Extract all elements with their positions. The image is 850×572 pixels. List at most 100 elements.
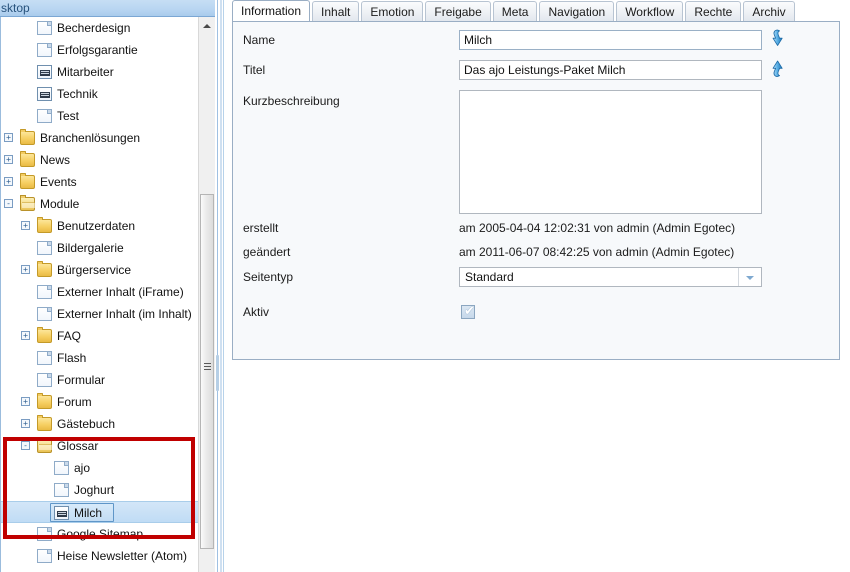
geaendert-value: am 2011-06-07 08:42:25 von admin (Admin …: [459, 245, 735, 259]
folder-icon: [37, 217, 52, 233]
collapse-icon[interactable]: -: [4, 199, 13, 208]
tree-item[interactable]: Test: [1, 105, 199, 127]
tree-vertical-scrollbar[interactable]: [198, 17, 215, 572]
tree-item-label: Externer Inhalt (im Inhalt): [57, 307, 192, 321]
check-icon: ✔: [464, 304, 475, 319]
tree-item[interactable]: Heise Newsletter (Atom): [1, 545, 199, 567]
kurzbeschreibung-label: Kurzbeschreibung: [243, 94, 340, 108]
tree-item-label: Flash: [57, 351, 87, 365]
tree-item-label: Erfolgsgarantie: [57, 43, 138, 57]
tab-freigabe[interactable]: Freigabe: [425, 1, 491, 22]
tree-item[interactable]: - Glossar: [1, 435, 199, 457]
tree-item[interactable]: Flash: [1, 347, 199, 369]
expand-icon[interactable]: +: [4, 155, 13, 164]
tree-item[interactable]: Externer Inhalt (im Inhalt): [1, 303, 199, 325]
expand-icon[interactable]: +: [21, 419, 30, 428]
scrollbar-thumb[interactable]: [200, 194, 214, 549]
tree-item-label: Google Sitemap: [57, 527, 144, 541]
expand-icon[interactable]: +: [21, 221, 30, 230]
tree-item[interactable]: Mitarbeiter: [1, 61, 199, 83]
tab-navigation[interactable]: Navigation: [539, 1, 615, 22]
tab-rechte[interactable]: Rechte: [685, 1, 742, 22]
tree-item[interactable]: + Forum: [1, 391, 199, 413]
splitter-line-left: [217, 0, 218, 572]
document-icon: [37, 43, 52, 57]
collapse-icon[interactable]: -: [21, 441, 30, 450]
tree-item[interactable]: Erfolgsgarantie: [1, 39, 199, 61]
titel-input[interactable]: [459, 60, 762, 80]
tree-item-label: Formular: [57, 373, 106, 387]
erstellt-value: am 2005-04-04 12:02:31 von admin (Admin …: [459, 221, 736, 235]
seitentyp-label: Seitentyp: [243, 270, 294, 284]
tree-item[interactable]: - Module: [1, 193, 199, 215]
expand-icon[interactable]: +: [21, 331, 30, 340]
document-icon: [54, 483, 69, 497]
tree-item[interactable]: + Branchenlösungen: [1, 127, 199, 149]
folder-icon: [20, 151, 35, 167]
seitentyp-select[interactable]: Standard: [459, 267, 762, 287]
tree-viewport[interactable]: Becherdesign Erfolgsgarantie Mitarbeiter Te…: [0, 17, 199, 572]
name-label: Name: [243, 33, 276, 47]
document-icon: [54, 461, 69, 475]
tree-item[interactable]: + Benutzerdaten: [1, 215, 199, 237]
tree-item[interactable]: Technik: [1, 83, 199, 105]
tree-item-label: Module: [40, 197, 80, 211]
tree-item-selected[interactable]: Milch: [1, 501, 199, 523]
chevron-down-icon[interactable]: [746, 276, 754, 280]
tree-item[interactable]: Externer Inhalt (iFrame): [1, 281, 199, 303]
splitter-grip-handle[interactable]: [216, 355, 219, 391]
document-icon: [37, 527, 52, 541]
tree-item[interactable]: Bildergalerie: [1, 237, 199, 259]
tab-emotion[interactable]: Emotion: [361, 1, 424, 22]
tree-item-label: Bildergalerie: [57, 241, 124, 255]
folder-open-icon: [37, 437, 52, 453]
tab-bar: Information Inhalt Emotion Freigabe Meta Navi…: [232, 0, 797, 22]
folder-open-icon: [20, 195, 35, 211]
seitentyp-selected-value: Standard: [465, 270, 514, 284]
kurzbeschreibung-textarea[interactable]: [459, 90, 762, 214]
tree-item[interactable]: + News: [1, 149, 199, 171]
desktop-tab-label: sktop: [1, 1, 30, 15]
arrow-down-icon[interactable]: [770, 29, 785, 48]
document-icon: [37, 373, 52, 387]
desktop-tab[interactable]: sktop: [0, 0, 222, 17]
titel-label: Titel: [243, 63, 266, 77]
tab-workflow[interactable]: Workflow: [616, 1, 684, 22]
tree-item[interactable]: + FAQ: [1, 325, 199, 347]
tree-item-label: Heise Newsletter (Atom): [57, 549, 188, 563]
tree-item[interactable]: Formular: [1, 369, 199, 391]
tree-item[interactable]: + Gästebuch: [1, 413, 199, 435]
arrow-up-icon[interactable]: [770, 59, 785, 78]
expand-icon[interactable]: +: [21, 265, 30, 274]
tree-item[interactable]: Joghurt: [1, 479, 199, 501]
tree-item-label: Joghurt: [74, 483, 115, 497]
tree-item[interactable]: Google Sitemap: [1, 523, 199, 545]
tree-item-label: FAQ: [57, 329, 82, 343]
tree-item[interactable]: ajo: [1, 457, 199, 479]
tab-inhalt[interactable]: Inhalt: [312, 1, 360, 22]
tab-information[interactable]: Information: [232, 0, 311, 22]
tree-item[interactable]: Becherdesign: [1, 17, 199, 39]
splitter-line-right: [223, 0, 224, 572]
aktiv-checkbox[interactable]: ✔: [461, 304, 475, 319]
glossary-document-icon: [37, 87, 52, 101]
tree-item-label: Becherdesign: [57, 21, 131, 35]
glossary-document-icon: [37, 65, 52, 79]
folder-icon: [37, 415, 52, 431]
expand-icon[interactable]: +: [21, 397, 30, 406]
scroll-up-arrow-icon[interactable]: [199, 17, 215, 34]
pane-splitter[interactable]: [215, 0, 228, 572]
tree-item-label: ajo: [74, 461, 91, 475]
expand-icon[interactable]: +: [4, 133, 13, 142]
application-window: sktop Becherdesign Erfolgsgarantie Mitarbe…: [0, 0, 850, 572]
tab-meta[interactable]: Meta: [492, 1, 538, 22]
tree-item-label: Externer Inhalt (iFrame): [57, 285, 184, 299]
tree-item[interactable]: + Events: [1, 171, 199, 193]
tree-item[interactable]: + Bürgerservice: [1, 259, 199, 281]
folder-icon: [20, 129, 35, 145]
expand-icon[interactable]: +: [4, 177, 13, 186]
tree-item-label: News: [40, 153, 71, 167]
tab-archiv[interactable]: Archiv: [743, 1, 795, 22]
name-input[interactable]: [459, 30, 762, 50]
folder-icon: [37, 261, 52, 277]
